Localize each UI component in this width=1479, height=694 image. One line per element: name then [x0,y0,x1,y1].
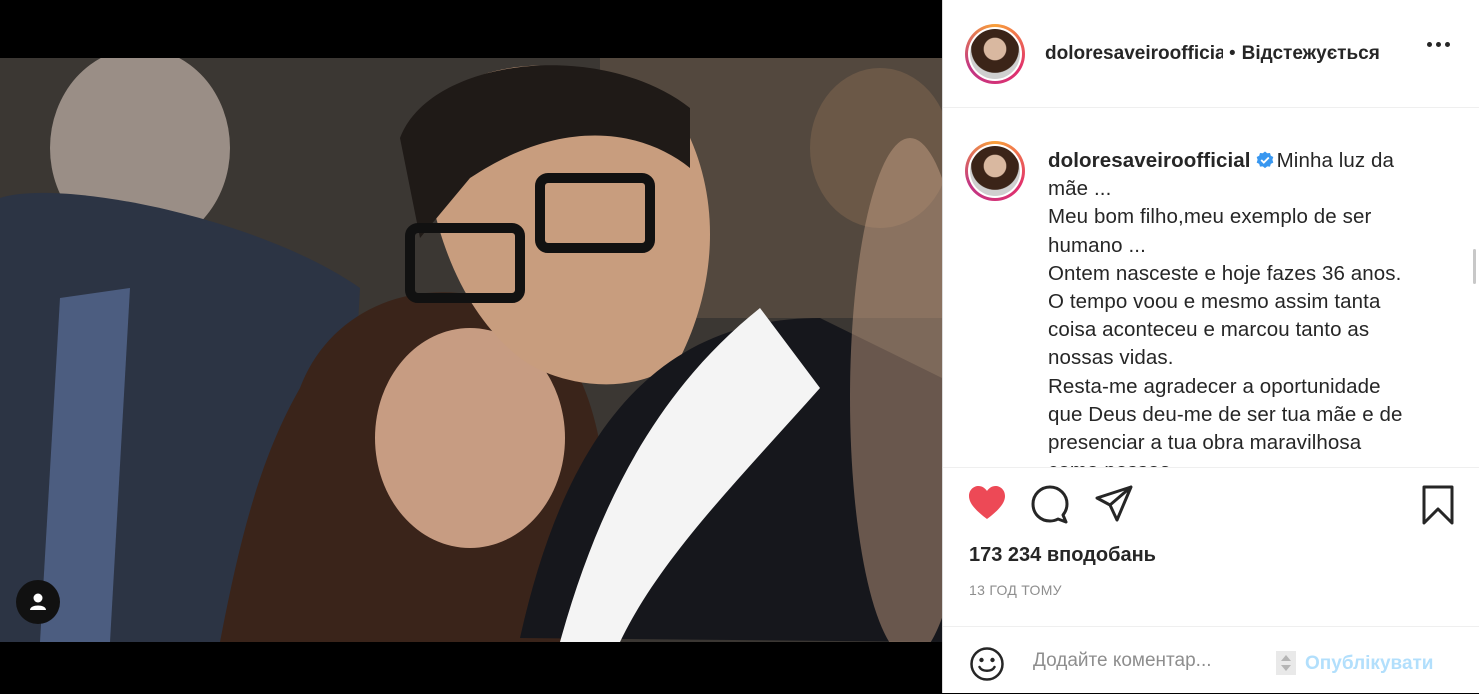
post-header: doloresaveiroofficial • Відстежується [943,0,1479,108]
emoji-button[interactable] [969,646,1005,687]
resize-grip[interactable] [1276,651,1296,675]
comment-bar: Опублікувати [943,626,1479,694]
heart-filled-icon [969,486,1005,519]
caption-area: doloresaveiroofficial Minha luz da mãe ..… [943,109,1479,468]
more-options-icon[interactable] [1427,42,1450,47]
share-button[interactable] [1094,484,1134,529]
share-icon [1095,485,1133,522]
user-tag-icon [30,593,46,610]
caption-scrollbar[interactable] [1473,249,1476,284]
emoji-icon [970,647,1004,681]
photo-artwork [0,58,942,642]
save-button[interactable] [1420,484,1456,531]
author-username[interactable]: doloresaveiroofficial [1045,43,1223,65]
caption-avatar[interactable] [965,141,1025,201]
comment-input[interactable] [1031,649,1275,673]
tag-button[interactable] [16,580,60,624]
comment-button[interactable] [1030,484,1070,529]
like-button[interactable] [967,484,1007,529]
post-timestamp[interactable]: 13 ГОД ТОМУ [969,582,1062,598]
photo-pane [0,0,942,693]
post-sidebar: doloresaveiroofficial • Відстежується do… [942,0,1479,693]
verified-badge-icon [1256,151,1273,169]
caption: doloresaveiroofficial Minha luz da mãe ..… [1048,147,1448,467]
header-separator: • [1229,42,1236,64]
comment-icon [1031,485,1069,524]
post-photo[interactable] [0,58,942,642]
caption-text: Minha luz da mãe ... Meu bom filho,meu e… [1048,149,1403,467]
action-bar [967,484,1456,532]
author-avatar[interactable] [965,23,1025,84]
post-comment-button[interactable]: Опублікувати [1305,653,1434,675]
follow-status-button[interactable]: Відстежується [1242,43,1380,65]
bookmark-icon [1422,485,1454,525]
likes-count[interactable]: 173 234 вподобань [969,544,1156,567]
caption-username[interactable]: doloresaveiroofficial [1048,149,1251,172]
avatar-image [970,28,1020,79]
resize-arrows-icon [1281,655,1291,671]
